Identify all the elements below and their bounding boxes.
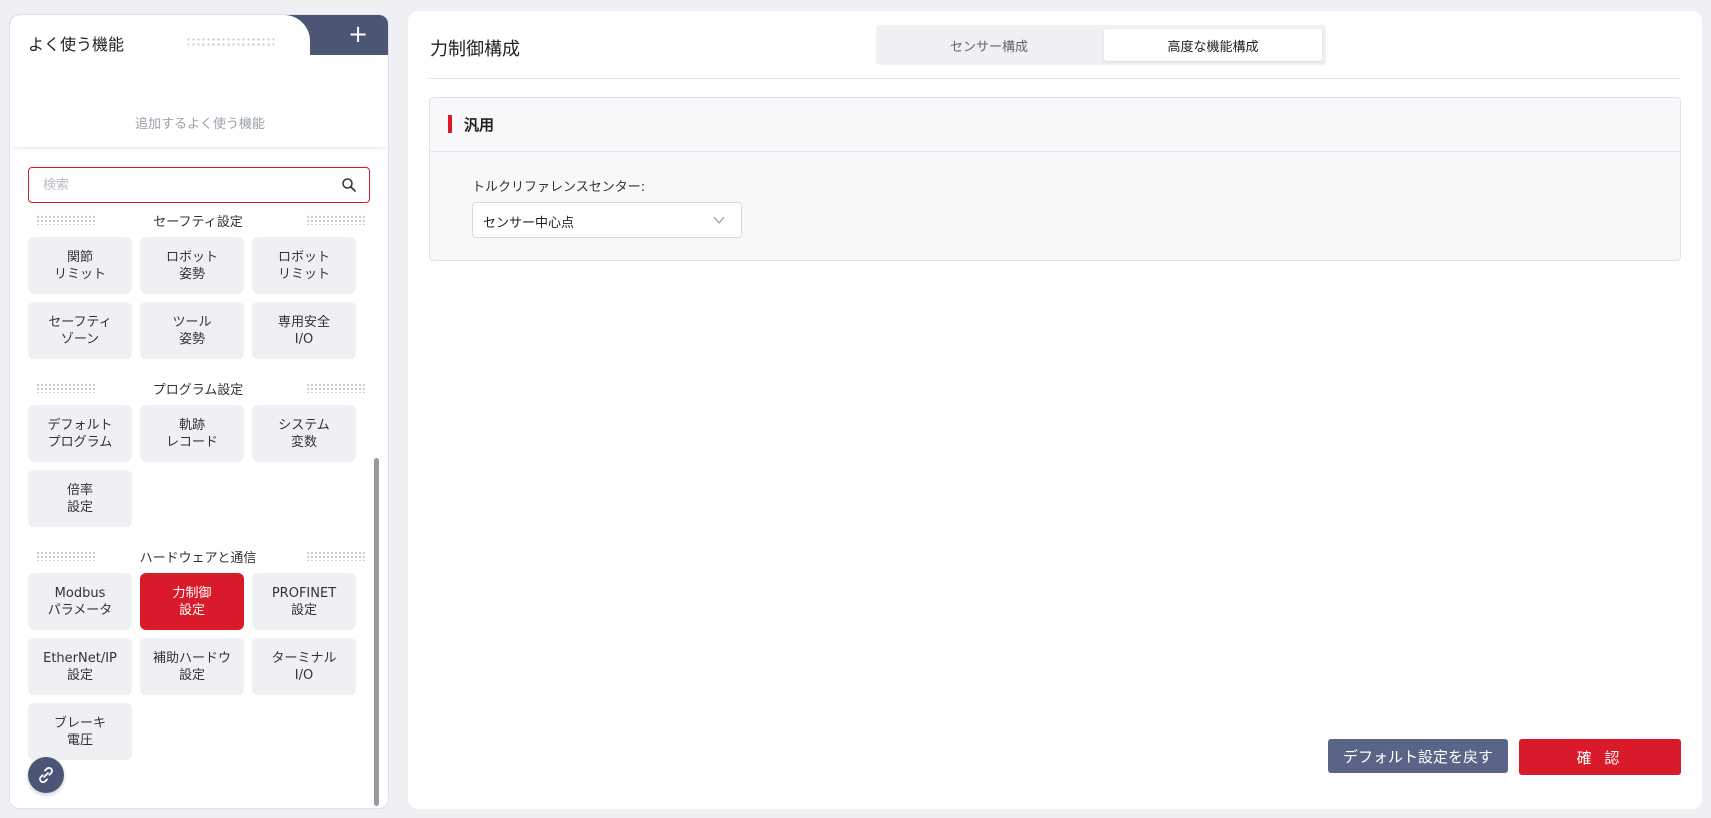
decor-dots xyxy=(306,215,366,225)
menu-tile[interactable]: 関節 リミット xyxy=(28,237,132,294)
menu-tile[interactable]: PROFINET 設定 xyxy=(252,573,356,630)
chevron-down-icon xyxy=(713,216,725,225)
card-header: 汎用 xyxy=(430,98,1680,152)
confirm-button[interactable]: 確 認 xyxy=(1519,739,1681,775)
menu-content: セーフティ設定 関節 リミット ロボット 姿勢 ロボット リミットセーフティ ゾーンツ… xyxy=(10,215,388,772)
menu-scroll-area[interactable]: セーフティ設定 関節 リミット ロボット 姿勢 ロボット リミットセーフティ ゾーンツ… xyxy=(10,215,388,808)
divider xyxy=(428,78,1680,79)
menu-tile[interactable]: ブレーキ 電圧 xyxy=(28,703,132,760)
menu-tile[interactable]: セーフティ ゾーン xyxy=(28,302,132,359)
menu-tile[interactable]: 補助ハードウ 設定 xyxy=(140,638,244,695)
menu-tile[interactable]: 倍率 設定 xyxy=(28,470,132,527)
menu-tile[interactable]: 力制御 設定 xyxy=(140,573,244,630)
general-card: 汎用 トルクリファレンスセンター: センサー中心点 xyxy=(429,97,1681,261)
menu-tile[interactable]: EtherNet/IP 設定 xyxy=(28,638,132,695)
tab-sensor-config[interactable]: センサー構成 xyxy=(880,29,1098,61)
menu-tile[interactable]: Modbus パラメータ xyxy=(28,573,132,630)
favorites-header: よく使う機能 + 追加するよく使う機能 xyxy=(10,15,388,147)
menu-tile[interactable]: 軌跡 レコード xyxy=(140,405,244,462)
section-header: セーフティ設定 xyxy=(28,215,368,237)
link-icon xyxy=(39,767,53,783)
menu-tile[interactable]: ツール 姿勢 xyxy=(140,302,244,359)
torque-reference-label: トルクリファレンスセンター: xyxy=(472,180,646,195)
torque-reference-select[interactable]: センサー中心点 xyxy=(472,202,742,238)
page-title: 力制御構成 xyxy=(430,39,520,60)
menu-tile[interactable]: 専用安全 I/O xyxy=(252,302,356,359)
menu-tile[interactable]: ロボット 姿勢 xyxy=(140,237,244,294)
favorites-body xyxy=(10,55,388,147)
decor-dots xyxy=(306,383,366,393)
decor-dots xyxy=(186,37,276,47)
search-input[interactable] xyxy=(43,174,323,196)
restore-default-button[interactable]: デフォルト設定を戻す xyxy=(1328,739,1508,773)
left-panel: よく使う機能 + 追加するよく使う機能 セーフティ設定関節 リミットロボット 姿… xyxy=(9,14,389,809)
search-icon[interactable] xyxy=(341,177,357,193)
add-favorite-button[interactable]: + xyxy=(338,19,378,49)
section-header: プログラム設定 xyxy=(28,371,368,405)
menu-tile[interactable]: システム 変数 xyxy=(252,405,356,462)
main-panel: 力制御構成 センサー構成 高度な機能構成 汎用 トルクリファレンスセンター: セ… xyxy=(408,11,1702,809)
favorites-empty-text: 追加するよく使う機能 xyxy=(134,117,265,132)
menu-grid: デフォルト プログラム 軌跡 レコード システム 変数倍率 設定 xyxy=(28,405,388,527)
section-header: ハードウェアと通信 xyxy=(28,539,368,573)
tab-advanced-config[interactable]: 高度な機能構成 xyxy=(1104,29,1322,61)
card-accent-bar xyxy=(448,115,452,133)
link-button[interactable] xyxy=(28,757,64,793)
decor-dots xyxy=(306,551,366,561)
menu-tile[interactable]: デフォルト プログラム xyxy=(28,405,132,462)
tab-switcher: センサー構成 高度な機能構成 xyxy=(876,25,1326,65)
scrollbar[interactable] xyxy=(374,458,379,806)
favorites-title: よく使う機能 xyxy=(28,35,125,54)
menu-tile[interactable]: ターミナル I/O xyxy=(252,638,356,695)
search-box[interactable] xyxy=(28,167,370,203)
menu-tile[interactable]: ロボット リミット xyxy=(252,237,356,294)
select-value: センサー中心点 xyxy=(483,216,575,231)
menu-grid: 関節 リミット ロボット 姿勢 ロボット リミットセーフティ ゾーン ツール 姿勢 専用… xyxy=(28,237,388,359)
card-title: 汎用 xyxy=(464,116,495,134)
menu-grid: Modbus パラメータ 力制御 設定 PROFINET 設定 EtherNet/IP… xyxy=(28,573,388,760)
